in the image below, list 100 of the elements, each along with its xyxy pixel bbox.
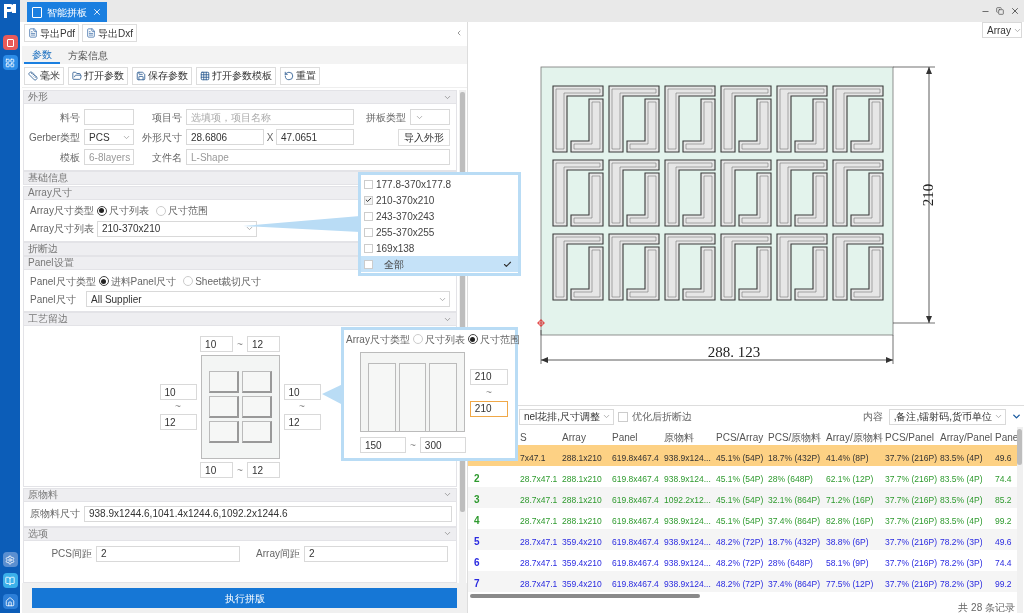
book-icon[interactable] xyxy=(2,573,18,588)
run-button[interactable]: 执行拼版 xyxy=(32,588,457,608)
toolbar-button[interactable]: 保存参数 xyxy=(132,66,192,85)
input-field[interactable]: 12 xyxy=(246,336,280,353)
input-field[interactable]: 47.0651 xyxy=(276,129,354,145)
input-field[interactable]: 2 xyxy=(304,546,448,562)
column-header[interactable]: PCS/Panel xyxy=(885,432,934,443)
column-header[interactable]: Array/Panel xyxy=(940,432,993,443)
toolbar-button[interactable]: 打开参数 xyxy=(68,66,128,85)
input-field[interactable]: 12 xyxy=(246,462,280,479)
table-cell: 7x47.1 xyxy=(520,452,546,463)
column-header[interactable]: Array xyxy=(562,432,586,443)
input-field[interactable]: 10 xyxy=(200,462,234,479)
input-field[interactable]: 10 xyxy=(200,336,234,353)
folder-icon xyxy=(72,70,82,81)
input-field[interactable]: 300 xyxy=(419,437,466,453)
radio-label: Sheet裁切尺寸 xyxy=(195,274,262,289)
table-row[interactable]: 7 28.7x47.1 359.4x210 619.8x467.4 938.9x124... 48.2% (72P) 37.4% (864P) 77.5% (12P) 37.7% (216P) 78.2% (3P) 99.2 xyxy=(468,571,1017,592)
scrollbar[interactable] xyxy=(1017,427,1023,613)
column-header[interactable]: S xyxy=(520,432,527,443)
field-label: Gerber类型 xyxy=(27,130,81,145)
column-header[interactable]: Pane xyxy=(995,432,1019,443)
field-label: Array尺寸类型 xyxy=(346,332,410,347)
option-label: 177.8-370x177.8 xyxy=(376,177,452,192)
input-field[interactable]: 10 xyxy=(159,384,197,401)
table-cell: 83.5% (4P) xyxy=(940,452,983,463)
home-icon[interactable] xyxy=(2,594,18,609)
scrollbar[interactable] xyxy=(470,594,700,598)
column-header[interactable]: PCS/Array xyxy=(716,432,764,443)
table-cell: 48.2% (72P) xyxy=(716,578,764,589)
input-field[interactable]: 12 xyxy=(283,414,321,431)
column-header[interactable]: Panel xyxy=(612,432,638,443)
input-field[interactable]: 210 xyxy=(469,400,508,417)
dropdown[interactable]: PCS xyxy=(84,129,134,145)
table-cell: 83.5% (4P) xyxy=(940,494,983,505)
table-cell: 37.4% (864P) xyxy=(768,515,820,526)
toolbar-button[interactable]: 重置 xyxy=(280,66,320,85)
grid-icon[interactable] xyxy=(2,55,18,70)
column-header[interactable]: PCS/原物料 xyxy=(768,432,822,443)
file-icon xyxy=(28,28,38,38)
dropdown-option[interactable]: 全部 xyxy=(361,256,518,272)
logo-icon xyxy=(2,3,18,19)
input-field[interactable]: 10 xyxy=(283,384,321,401)
app-icon[interactable] xyxy=(2,35,18,50)
input-field[interactable]: 12 xyxy=(159,414,197,431)
input-field[interactable]: 28.6806 xyxy=(186,129,264,145)
dropdown[interactable] xyxy=(410,109,450,125)
settings-icon[interactable] xyxy=(2,552,18,567)
dropdown[interactable]: nel花排,尺寸调整 xyxy=(519,408,615,425)
toolbar-button[interactable]: 毫米 xyxy=(24,66,64,85)
close-icon[interactable] xyxy=(92,7,102,17)
export-button[interactable]: 导出Pdf xyxy=(24,24,79,42)
checkbox[interactable] xyxy=(364,195,373,205)
row-number: 7 xyxy=(474,577,480,589)
table-cell: 71.2% (16P) xyxy=(826,494,874,505)
dropdown[interactable]: Array xyxy=(982,22,1022,38)
panel-tab[interactable]: 参数 xyxy=(24,47,60,64)
field-label: Array尺寸列表 xyxy=(30,222,94,236)
table-cell: 28% (648P) xyxy=(768,557,813,568)
table-cell: 49.6 xyxy=(995,452,1012,463)
panel-tab[interactable]: 方案信息 xyxy=(60,47,116,64)
origin-marker-icon xyxy=(536,318,546,328)
checkbox[interactable] xyxy=(364,227,373,237)
input-field[interactable]: 210 xyxy=(469,368,508,385)
close-icon[interactable] xyxy=(1010,6,1020,16)
table-cell: 619.8x467.4 xyxy=(612,515,659,526)
checkbox[interactable] xyxy=(364,179,373,189)
table-cell: 85.2 xyxy=(995,494,1012,505)
input-field[interactable]: 938.9x1244.6,1041.4x1244.6,1092.2x1244.6 xyxy=(84,505,452,522)
document-tab[interactable]: 智能拼板 xyxy=(27,2,107,22)
toolbar-button[interactable]: 打开参数模板 xyxy=(196,66,276,85)
radio-button[interactable] xyxy=(467,334,478,344)
row-number: 4 xyxy=(474,514,480,526)
column-header[interactable]: Array/原物料 xyxy=(826,432,883,443)
table-row[interactable]: 7x47.1 288.1x210 619.8x467.4 938.9x124... 45.1% (54P) 18.7% (432P) 41.4% (8P) 37.7% (216P) 83.5% (4P) 49.6 xyxy=(468,445,1017,466)
table-cell: 288.1x210 xyxy=(562,494,602,505)
export-button[interactable]: 导出Dxf xyxy=(82,24,137,42)
table-cell: 619.8x467.4 xyxy=(612,473,659,484)
chevron-down-icon xyxy=(602,412,612,421)
checkbox[interactable] xyxy=(364,211,373,221)
table-cell: 359.4x210 xyxy=(562,578,602,589)
table-cell: 18.7% (432P) xyxy=(768,536,820,547)
dropdown[interactable]: 210-370x210 xyxy=(96,220,257,237)
radio-button[interactable] xyxy=(96,205,107,216)
radio-button[interactable] xyxy=(98,276,109,286)
input-field[interactable]: 150 xyxy=(360,437,406,453)
row-number: 6 xyxy=(474,556,480,568)
column-header[interactable]: 原物料 xyxy=(664,432,694,443)
collapse-icon[interactable] xyxy=(455,29,463,37)
checkbox[interactable] xyxy=(364,243,373,253)
dropdown[interactable]: ,备注,镭射码,货币单位 xyxy=(888,408,1006,425)
table-row[interactable]: 3 28.7x47.1 288.1x210 619.8x467.4 1092.2x12... 45.1% (54P) 32.1% (864P) 71.2% (16P) 37.7% (216P) 83.5% (4P) 85.2 xyxy=(468,487,1017,508)
import-button[interactable]: 导入外形 xyxy=(398,128,450,146)
input-field[interactable]: 2 xyxy=(96,546,240,562)
input-field[interactable] xyxy=(84,109,134,125)
checkbox[interactable] xyxy=(618,411,629,422)
restore-icon[interactable] xyxy=(996,7,1004,15)
table-row[interactable]: 5 28.7x47.1 359.4x210 619.8x467.4 938.9x124... 48.2% (72P) 18.7% (432P) 38.8% (6P) 37.7% (216P) 78.2% (3P) 49.6 xyxy=(468,529,1017,550)
dropdown[interactable]: All Supplier xyxy=(86,291,450,307)
checkbox[interactable] xyxy=(364,259,373,269)
